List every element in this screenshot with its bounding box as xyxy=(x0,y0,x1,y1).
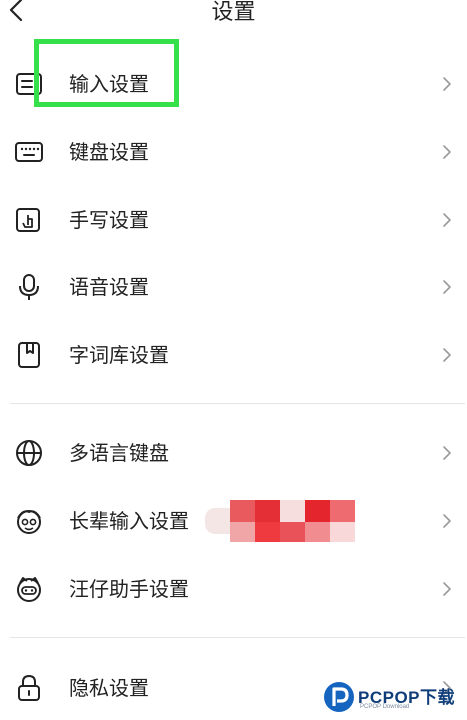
settings-item-voice[interactable]: 语音设置 xyxy=(0,255,467,319)
chevron-right-icon xyxy=(443,582,451,596)
lock-icon xyxy=(18,674,40,701)
dictionary-icon xyxy=(18,342,40,368)
settings-item-label: 多语言键盘 xyxy=(69,441,169,465)
redacted-pixel-block xyxy=(205,500,355,542)
settings-item-label: 语音设置 xyxy=(69,275,149,299)
keyboard-icon xyxy=(15,142,43,162)
page-title: 设置 xyxy=(211,0,256,25)
assistant-mascot-icon xyxy=(17,577,41,602)
settings-item-dictionary[interactable]: 字词库设置 xyxy=(0,323,467,387)
watermark: PCPOP下载 PCPOP Download xyxy=(322,680,467,720)
chevron-right-icon xyxy=(443,213,451,227)
settings-item-label: 手写设置 xyxy=(69,208,149,232)
chevron-right-icon xyxy=(443,77,451,91)
settings-item-label: 隐私设置 xyxy=(69,676,149,700)
pcpop-logo-icon xyxy=(324,682,354,712)
section-divider xyxy=(10,637,465,638)
chevron-right-icon xyxy=(443,446,451,460)
chevron-right-icon xyxy=(443,514,451,528)
top-bar: 设置 xyxy=(0,0,467,34)
settings-item-handwriting[interactable]: 手写设置 xyxy=(0,188,467,252)
settings-item-label: 长辈输入设置 xyxy=(69,509,189,533)
settings-item-assistant[interactable]: 汪仔助手设置 xyxy=(0,557,467,621)
globe-icon xyxy=(16,440,42,466)
chevron-right-icon xyxy=(443,145,451,159)
watermark-subtitle: PCPOP Download xyxy=(360,704,410,710)
section-divider xyxy=(10,403,465,404)
chevron-right-icon xyxy=(443,280,451,294)
settings-item-multilingual[interactable]: 多语言键盘 xyxy=(0,421,467,485)
settings-item-label: 键盘设置 xyxy=(69,140,149,164)
settings-item-keyboard[interactable]: 键盘设置 xyxy=(0,120,467,184)
elder-face-icon xyxy=(17,510,41,534)
annotation-highlight-box xyxy=(34,39,179,107)
settings-item-label: 汪仔助手设置 xyxy=(69,577,189,601)
settings-item-label: 字词库设置 xyxy=(69,343,169,367)
microphone-icon xyxy=(19,274,39,300)
handwriting-icon xyxy=(16,208,40,232)
chevron-right-icon xyxy=(443,348,451,362)
